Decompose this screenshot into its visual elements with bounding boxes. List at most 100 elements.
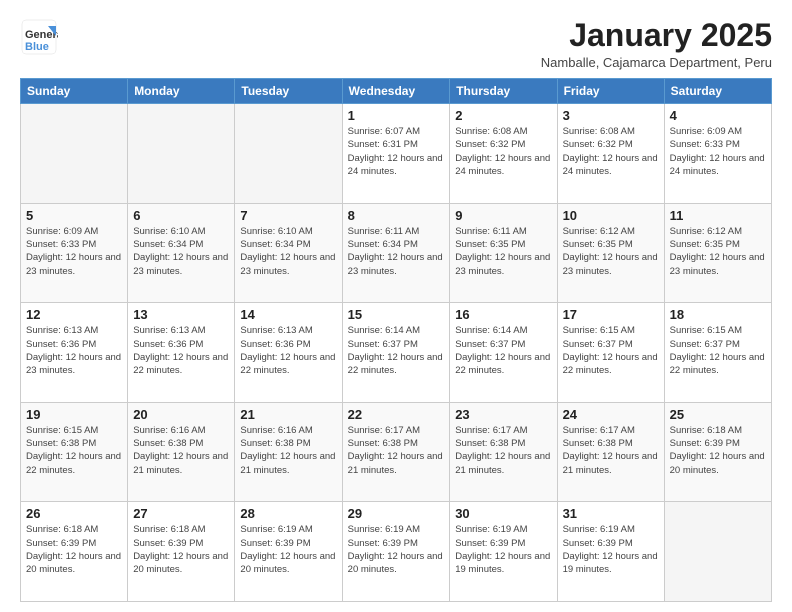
weekday-header-sunday: Sunday bbox=[21, 79, 128, 104]
day-info: Sunrise: 6:12 AM Sunset: 6:35 PM Dayligh… bbox=[670, 225, 766, 278]
day-number: 10 bbox=[563, 208, 659, 223]
day-info: Sunrise: 6:16 AM Sunset: 6:38 PM Dayligh… bbox=[240, 424, 336, 477]
calendar-cell: 10Sunrise: 6:12 AM Sunset: 6:35 PM Dayli… bbox=[557, 203, 664, 303]
day-number: 20 bbox=[133, 407, 229, 422]
day-info: Sunrise: 6:15 AM Sunset: 6:38 PM Dayligh… bbox=[26, 424, 122, 477]
calendar-cell: 28 Sunrise: 6:19 AM Sunset: 6:39 PM Dayli… bbox=[235, 502, 342, 602]
calendar-cell: 7Sunrise: 6:10 AM Sunset: 6:34 PM Daylig… bbox=[235, 203, 342, 303]
day-number: 24 bbox=[563, 407, 659, 422]
calendar-cell: 17 Sunrise: 6:15 AM Sunset: 6:37 PM Dayli… bbox=[557, 303, 664, 403]
day-number: 3 bbox=[563, 108, 659, 123]
day-number: 6 bbox=[133, 208, 229, 223]
day-number: 13 bbox=[133, 307, 229, 322]
calendar-cell: 16 Sunrise: 6:14 AM Sunset: 6:37 PM Dayli… bbox=[450, 303, 557, 403]
calendar-cell: 22Sunrise: 6:17 AM Sunset: 6:38 PM Dayli… bbox=[342, 402, 450, 502]
day-info: Sunrise: 6:10 AM Sunset: 6:34 PM Dayligh… bbox=[240, 225, 336, 278]
weekday-header-thursday: Thursday bbox=[450, 79, 557, 104]
weekday-header-friday: Friday bbox=[557, 79, 664, 104]
day-info: Sunrise: 6:19 AM Sunset: 6:39 PM Dayligh… bbox=[455, 523, 551, 576]
day-number: 18 bbox=[670, 307, 766, 322]
calendar-cell: 26Sunrise: 6:18 AM Sunset: 6:39 PM Dayli… bbox=[21, 502, 128, 602]
day-info: Sunrise: 6:07 AM Sunset: 6:31 PM Dayligh… bbox=[348, 125, 445, 178]
day-info: Sunrise: 6:11 AM Sunset: 6:34 PM Dayligh… bbox=[348, 225, 445, 278]
day-number: 1 bbox=[348, 108, 445, 123]
day-info: Sunrise: 6:18 AM Sunset: 6:39 PM Dayligh… bbox=[26, 523, 122, 576]
day-info: Sunrise: 6:13 AM Sunset: 6:36 PM Dayligh… bbox=[133, 324, 229, 377]
day-number: 31 bbox=[563, 506, 659, 521]
calendar-cell: 24 Sunrise: 6:17 AM Sunset: 6:38 PM Dayli… bbox=[557, 402, 664, 502]
logo: General Blue bbox=[20, 18, 60, 56]
day-info: Sunrise: 6:17 AM Sunset: 6:38 PM Dayligh… bbox=[455, 424, 551, 477]
calendar-cell bbox=[21, 104, 128, 204]
day-number: 11 bbox=[670, 208, 766, 223]
calendar-cell: 5 Sunrise: 6:09 AM Sunset: 6:33 PM Daylig… bbox=[21, 203, 128, 303]
calendar-cell: 21 Sunrise: 6:16 AM Sunset: 6:38 PM Dayli… bbox=[235, 402, 342, 502]
calendar-cell: 20 Sunrise: 6:16 AM Sunset: 6:38 PM Dayli… bbox=[128, 402, 235, 502]
weekday-header-wednesday: Wednesday bbox=[342, 79, 450, 104]
day-number: 21 bbox=[240, 407, 336, 422]
day-info: Sunrise: 6:18 AM Sunset: 6:39 PM Dayligh… bbox=[133, 523, 229, 576]
calendar-cell bbox=[128, 104, 235, 204]
day-number: 22 bbox=[348, 407, 445, 422]
calendar-week-3: 12 Sunrise: 6:13 AM Sunset: 6:36 PM Dayli… bbox=[21, 303, 772, 403]
weekday-header-tuesday: Tuesday bbox=[235, 79, 342, 104]
calendar-cell: 25Sunrise: 6:18 AM Sunset: 6:39 PM Dayli… bbox=[664, 402, 771, 502]
calendar-cell bbox=[235, 104, 342, 204]
calendar-cell: 1 Sunrise: 6:07 AM Sunset: 6:31 PM Daylig… bbox=[342, 104, 450, 204]
calendar-cell: 6 Sunrise: 6:10 AM Sunset: 6:34 PM Daylig… bbox=[128, 203, 235, 303]
calendar-cell: 29Sunrise: 6:19 AM Sunset: 6:39 PM Dayli… bbox=[342, 502, 450, 602]
day-number: 15 bbox=[348, 307, 445, 322]
calendar-cell: 15 Sunrise: 6:14 AM Sunset: 6:37 PM Dayli… bbox=[342, 303, 450, 403]
day-info: Sunrise: 6:17 AM Sunset: 6:38 PM Dayligh… bbox=[563, 424, 659, 477]
day-info: Sunrise: 6:13 AM Sunset: 6:36 PM Dayligh… bbox=[26, 324, 122, 377]
day-info: Sunrise: 6:10 AM Sunset: 6:34 PM Dayligh… bbox=[133, 225, 229, 278]
title-section: January 2025 Namballe, Cajamarca Departm… bbox=[541, 18, 772, 70]
day-info: Sunrise: 6:11 AM Sunset: 6:35 PM Dayligh… bbox=[455, 225, 551, 278]
day-number: 12 bbox=[26, 307, 122, 322]
calendar-cell: 12 Sunrise: 6:13 AM Sunset: 6:36 PM Dayli… bbox=[21, 303, 128, 403]
calendar-cell: 8Sunrise: 6:11 AM Sunset: 6:34 PM Daylig… bbox=[342, 203, 450, 303]
weekday-header-saturday: Saturday bbox=[664, 79, 771, 104]
day-info: Sunrise: 6:19 AM Sunset: 6:39 PM Dayligh… bbox=[240, 523, 336, 576]
day-number: 23 bbox=[455, 407, 551, 422]
calendar-cell: 27 Sunrise: 6:18 AM Sunset: 6:39 PM Dayli… bbox=[128, 502, 235, 602]
day-info: Sunrise: 6:13 AM Sunset: 6:36 PM Dayligh… bbox=[240, 324, 336, 377]
calendar-week-4: 19Sunrise: 6:15 AM Sunset: 6:38 PM Dayli… bbox=[21, 402, 772, 502]
day-number: 14 bbox=[240, 307, 336, 322]
day-info: Sunrise: 6:09 AM Sunset: 6:33 PM Dayligh… bbox=[670, 125, 766, 178]
calendar-cell: 14 Sunrise: 6:13 AM Sunset: 6:36 PM Dayli… bbox=[235, 303, 342, 403]
day-info: Sunrise: 6:09 AM Sunset: 6:33 PM Dayligh… bbox=[26, 225, 122, 278]
calendar: SundayMondayTuesdayWednesdayThursdayFrid… bbox=[20, 78, 772, 602]
calendar-cell: 19Sunrise: 6:15 AM Sunset: 6:38 PM Dayli… bbox=[21, 402, 128, 502]
calendar-cell: 13 Sunrise: 6:13 AM Sunset: 6:36 PM Dayli… bbox=[128, 303, 235, 403]
subtitle: Namballe, Cajamarca Department, Peru bbox=[541, 55, 772, 70]
day-number: 25 bbox=[670, 407, 766, 422]
logo-icon: General Blue bbox=[20, 18, 58, 56]
header: General Blue January 2025 Namballe, Caja… bbox=[20, 18, 772, 70]
day-info: Sunrise: 6:08 AM Sunset: 6:32 PM Dayligh… bbox=[455, 125, 551, 178]
day-info: Sunrise: 6:16 AM Sunset: 6:38 PM Dayligh… bbox=[133, 424, 229, 477]
calendar-cell: 2 Sunrise: 6:08 AM Sunset: 6:32 PM Daylig… bbox=[450, 104, 557, 204]
day-info: Sunrise: 6:14 AM Sunset: 6:37 PM Dayligh… bbox=[348, 324, 445, 377]
day-info: Sunrise: 6:15 AM Sunset: 6:37 PM Dayligh… bbox=[563, 324, 659, 377]
calendar-cell bbox=[664, 502, 771, 602]
calendar-cell: 3Sunrise: 6:08 AM Sunset: 6:32 PM Daylig… bbox=[557, 104, 664, 204]
weekday-header-row: SundayMondayTuesdayWednesdayThursdayFrid… bbox=[21, 79, 772, 104]
calendar-week-1: 1 Sunrise: 6:07 AM Sunset: 6:31 PM Daylig… bbox=[21, 104, 772, 204]
day-info: Sunrise: 6:14 AM Sunset: 6:37 PM Dayligh… bbox=[455, 324, 551, 377]
day-number: 2 bbox=[455, 108, 551, 123]
calendar-week-2: 5 Sunrise: 6:09 AM Sunset: 6:33 PM Daylig… bbox=[21, 203, 772, 303]
day-number: 4 bbox=[670, 108, 766, 123]
day-number: 17 bbox=[563, 307, 659, 322]
page: General Blue January 2025 Namballe, Caja… bbox=[0, 0, 792, 612]
day-number: 27 bbox=[133, 506, 229, 521]
day-number: 16 bbox=[455, 307, 551, 322]
day-number: 30 bbox=[455, 506, 551, 521]
svg-text:Blue: Blue bbox=[25, 41, 49, 53]
month-title: January 2025 bbox=[541, 18, 772, 53]
calendar-cell: 30 Sunrise: 6:19 AM Sunset: 6:39 PM Dayli… bbox=[450, 502, 557, 602]
calendar-cell: 23 Sunrise: 6:17 AM Sunset: 6:38 PM Dayli… bbox=[450, 402, 557, 502]
day-number: 5 bbox=[26, 208, 122, 223]
day-number: 28 bbox=[240, 506, 336, 521]
day-info: Sunrise: 6:15 AM Sunset: 6:37 PM Dayligh… bbox=[670, 324, 766, 377]
